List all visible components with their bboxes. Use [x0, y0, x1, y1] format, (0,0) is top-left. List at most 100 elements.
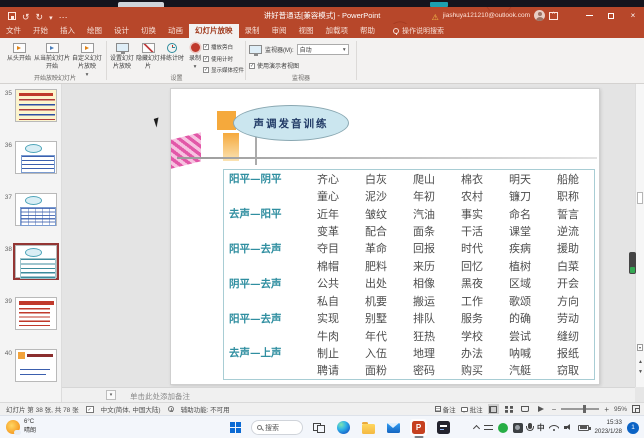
tab-帮助[interactable]: 帮助 [354, 24, 381, 38]
ribbon-display-options-icon[interactable] [549, 12, 558, 20]
word-cell: 明天 [496, 171, 544, 187]
split-handle-icon[interactable] [637, 344, 643, 351]
edge-app-button[interactable] [335, 419, 352, 436]
ribbon-divider [356, 41, 357, 80]
notes-pane[interactable]: 单击此处添加备注 [62, 387, 635, 402]
quick-access-dropdown-icon[interactable] [49, 7, 53, 25]
clock[interactable]: 15:33 2023/1/28 [594, 419, 622, 436]
start-button[interactable] [228, 420, 243, 435]
notes-toggle-label: 备注 [443, 404, 456, 414]
close-button[interactable]: × [622, 7, 644, 24]
account-email[interactable]: jiashuya121210@outlook.com [443, 12, 530, 19]
accessibility-status[interactable]: 辅助功能: 不可用 [181, 404, 230, 414]
battery-icon[interactable] [578, 425, 589, 431]
comments-toggle[interactable]: 批注 [461, 404, 483, 414]
language-indicator[interactable]: 中文(简体, 中国大陆) [101, 404, 161, 414]
overlay-widget[interactable] [629, 252, 636, 274]
zoom-slider[interactable] [561, 408, 599, 410]
previous-slide-button[interactable] [636, 359, 644, 365]
tab-动画[interactable]: 动画 [162, 24, 189, 38]
tab-切换[interactable]: 切换 [135, 24, 162, 38]
minimize-button[interactable] [578, 7, 600, 24]
green-app-icon[interactable] [498, 423, 508, 433]
reading-view-button[interactable] [520, 404, 531, 414]
task-view-button[interactable] [311, 421, 327, 435]
rehearse-timings-button[interactable]: 排练计时 [160, 38, 184, 72]
tab-审阅[interactable]: 审阅 [266, 24, 293, 38]
slide-thumbnail-40[interactable]: 40 [2, 349, 61, 382]
network-icon[interactable] [549, 424, 559, 431]
tab-开始[interactable]: 开始 [27, 24, 54, 38]
quick-access-toolbar [8, 7, 68, 24]
tone-pair-label: 去声—阳平 [224, 206, 304, 221]
zoom-in-button[interactable]: + [604, 405, 609, 414]
proofing-icon[interactable] [86, 406, 94, 413]
file-explorer-button[interactable] [360, 420, 377, 436]
tab-插入[interactable]: 插入 [54, 24, 81, 38]
slide[interactable]: 声调发音训练 阳平—阴平齐心白灰爬山棉衣明天船舱童心泥沙年初农村镰刀职称去声—阳… [170, 88, 600, 385]
checkbox-使用计时[interactable]: 使用计时 [203, 55, 244, 63]
scrollbar-thumb[interactable] [637, 192, 643, 204]
mail-app-button[interactable] [385, 421, 402, 435]
from-current-slide-button[interactable]: 从当前幻灯片开始 [34, 38, 70, 72]
hidden-icons-chevron[interactable] [473, 425, 480, 432]
presenter-view-checkbox[interactable]: 使用演示者视图 [249, 61, 355, 70]
warning-icon[interactable] [432, 7, 439, 25]
quick-access-more-icon[interactable] [59, 7, 68, 25]
slide-thumbnail-38[interactable]: 38 [2, 245, 61, 278]
word-cell: 制止 [304, 345, 352, 361]
tab-加载项[interactable]: 加载项 [320, 24, 355, 38]
slideshow-view-button[interactable] [536, 404, 547, 414]
notification-badge[interactable]: 1 [627, 422, 639, 434]
slide-thumbnail-39[interactable]: 39 [2, 297, 61, 330]
notes-toggle[interactable]: 备注 [435, 404, 456, 414]
setup-slideshow-button[interactable]: 设置幻灯片放映 [108, 38, 136, 72]
fit-slide-icon[interactable] [632, 405, 640, 413]
tab-设计[interactable]: 设计 [108, 24, 135, 38]
magenta-decoration [171, 132, 201, 168]
undo-icon[interactable] [22, 7, 30, 25]
zoom-level[interactable]: 95% [614, 406, 627, 413]
weather-widget[interactable]: 6°C 晴朗 [6, 418, 36, 435]
next-slide-button[interactable] [636, 369, 644, 375]
input-method-indicator[interactable]: 中 [537, 422, 545, 433]
checkbox-播放旁白[interactable]: 播放旁白 [203, 43, 244, 51]
media-app-button[interactable] [435, 419, 452, 436]
monitor-select[interactable]: 自动 [297, 44, 349, 55]
powerpoint-app-button[interactable]: P [410, 419, 427, 436]
tab-绘图[interactable]: 绘图 [81, 24, 108, 38]
tone-table[interactable]: 阳平—阴平齐心白灰爬山棉衣明天船舱童心泥沙年初农村镰刀职称去声—阳平近年皱纹汽油… [223, 169, 595, 380]
tab-文件[interactable]: 文件 [0, 24, 27, 38]
microphone-icon[interactable] [528, 423, 532, 429]
taskbar-search[interactable]: 搜索 [251, 420, 303, 435]
save-icon[interactable] [8, 12, 16, 20]
slide-thumbnail-35[interactable]: 35 [2, 89, 61, 122]
normal-view-button[interactable] [488, 404, 499, 414]
notes-collapse-button[interactable] [106, 390, 116, 400]
notes-placeholder[interactable]: 单击此处添加备注 [130, 391, 190, 402]
zoom-slider-thumb[interactable] [583, 405, 586, 413]
slide-title-oval[interactable]: 声调发音训练 [233, 105, 349, 141]
slide-thumbnail-37[interactable]: 37 [2, 193, 61, 226]
tray-app-icon[interactable] [513, 423, 523, 433]
from-beginning-button[interactable]: 从头开始 [4, 38, 34, 72]
slide-sorter-button[interactable] [504, 404, 515, 414]
search-label: 搜索 [265, 423, 279, 433]
mouse-cursor [154, 117, 162, 127]
group-label-start-show: 开始放映幻灯片 [4, 73, 106, 82]
tab-视图[interactable]: 视图 [293, 24, 320, 38]
zoom-out-button[interactable]: − [552, 405, 557, 414]
tab-幻灯片放映[interactable]: 幻灯片放映 [189, 24, 239, 38]
maximize-button[interactable] [600, 7, 622, 24]
tell-me-search[interactable]: 操作说明搜索 [393, 24, 444, 38]
vertical-scrollbar[interactable] [635, 84, 644, 387]
slide-thumb-image [15, 245, 57, 278]
volume-icon[interactable] [564, 424, 573, 432]
from-beginning-label: 从头开始 [7, 56, 31, 64]
slide-thumbnail-36[interactable]: 36 [2, 141, 61, 174]
settings-sliders-icon[interactable] [484, 424, 493, 432]
avatar[interactable] [534, 10, 545, 21]
tab-录制[interactable]: 录制 [239, 24, 266, 38]
hide-slide-button[interactable]: 隐藏幻灯片 [136, 38, 160, 72]
redo-icon[interactable] [36, 7, 44, 25]
